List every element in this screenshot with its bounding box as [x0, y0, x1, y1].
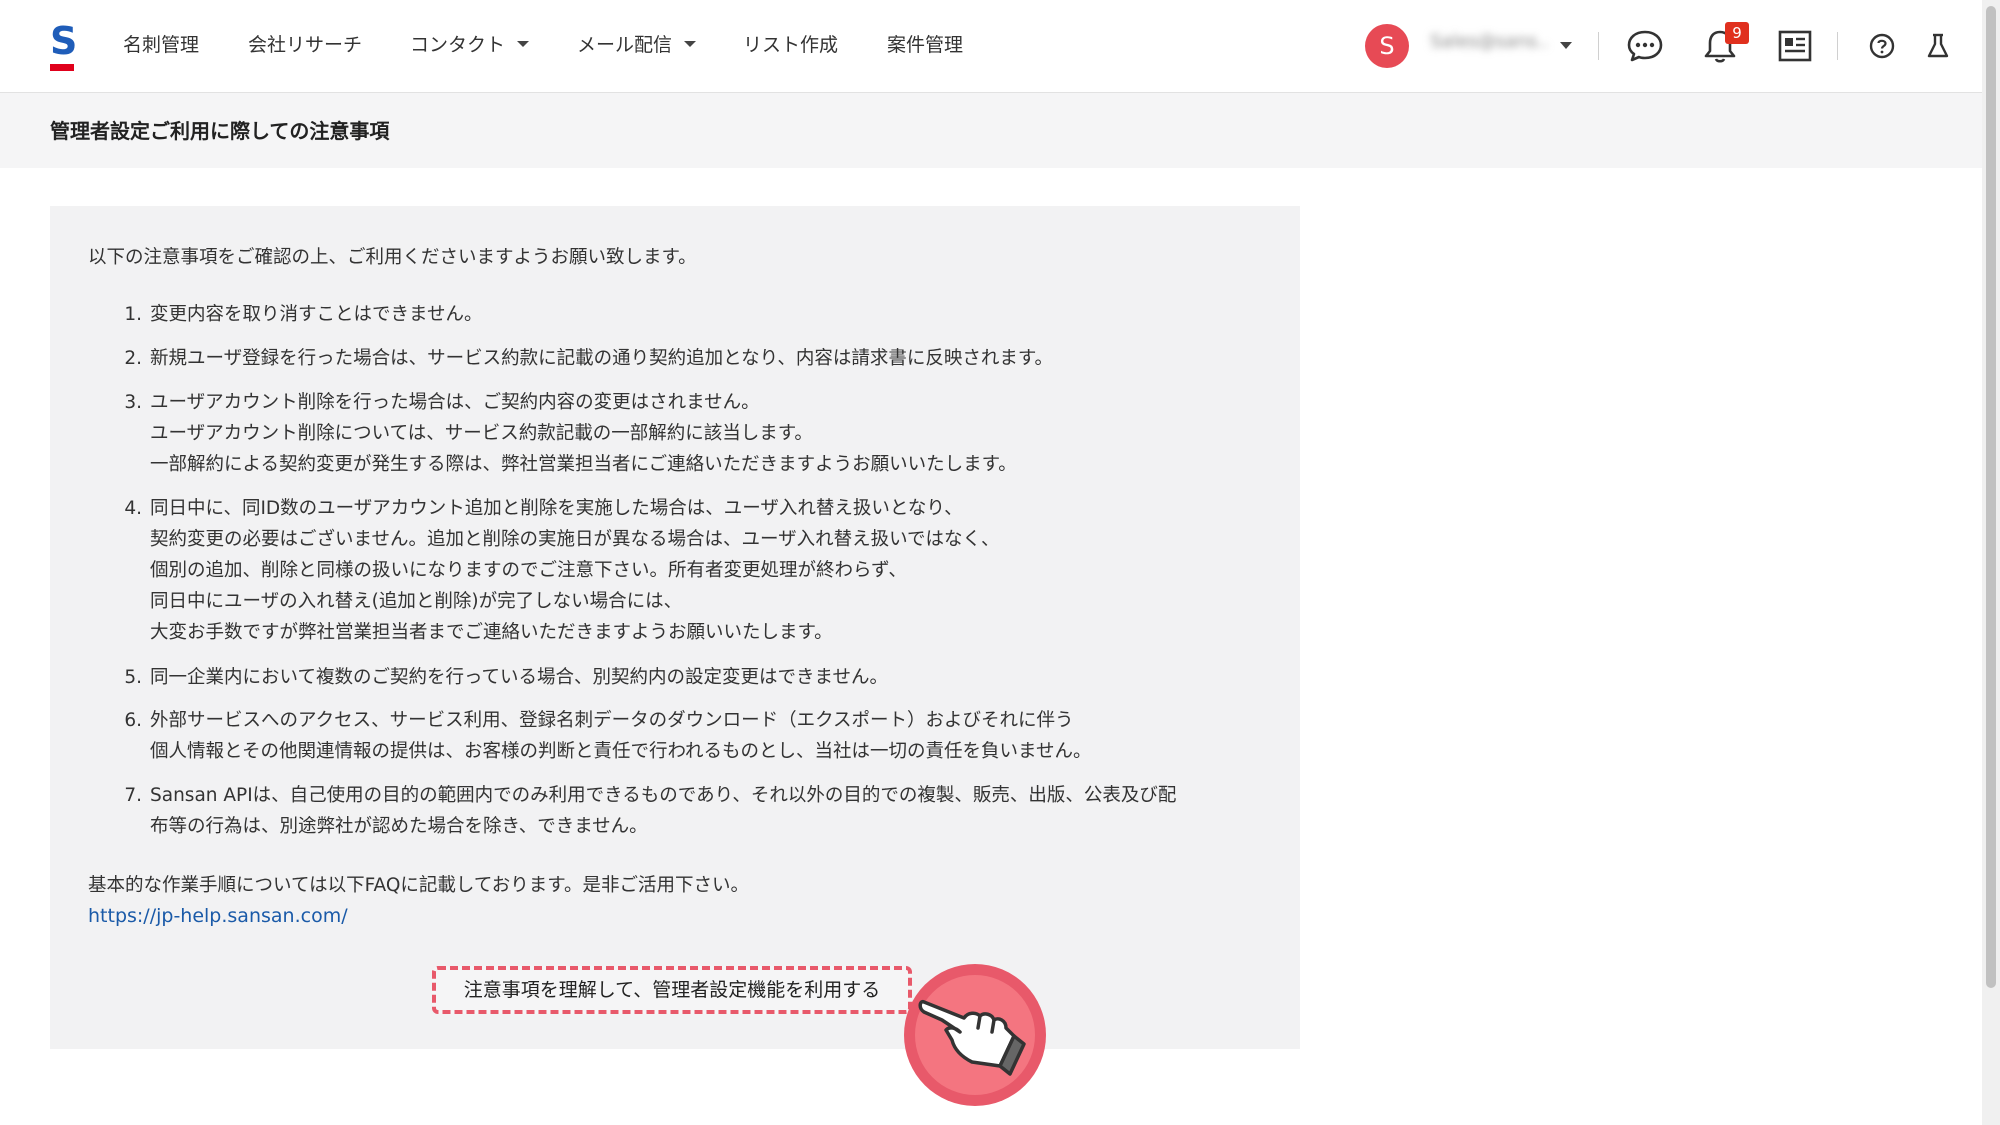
nav-label: リスト作成: [743, 34, 839, 56]
item-number: 6.: [124, 710, 142, 731]
chat-icon[interactable]: [1625, 26, 1665, 66]
vertical-scrollbar-thumb[interactable]: [1986, 6, 1996, 988]
agree-and-continue-button[interactable]: 注意事項を理解して、管理者設定機能を利用する: [432, 966, 912, 1014]
nav-label: 名刺管理: [123, 34, 200, 56]
logo-underline: [50, 64, 74, 71]
item-text: 変更内容を取り消すことはできません。: [150, 304, 483, 325]
item-text: 新規ユーザ登録を行った場合は、サービス約款に記載の通り契約追加となり、内容は請求…: [150, 348, 1053, 369]
logo-letter: S: [50, 19, 78, 63]
user-menu-chevron-down-icon[interactable]: [1560, 42, 1572, 49]
nav-deal-management[interactable]: 案件管理: [887, 30, 963, 60]
nav-label: コンタクト: [410, 34, 506, 56]
item-number: 7.: [124, 785, 142, 806]
nav-label: 案件管理: [887, 34, 964, 56]
sansan-logo[interactable]: S: [50, 21, 77, 71]
item-number: 2.: [124, 348, 142, 369]
item-text: ユーザアカウント削除を行った場合は、ご契約内容の変更はされません。 ユーザアカウ…: [150, 392, 1017, 475]
pointing-hand-cursor-icon: [904, 964, 1046, 1106]
top-navigation-bar: S 名刺管理 会社リサーチ コンタクト メール配信 リスト作成 案件管理 S S…: [0, 0, 1982, 93]
news-icon[interactable]: [1775, 26, 1815, 66]
item-number: 4.: [124, 498, 142, 519]
username-blurred[interactable]: Sales@sans...: [1430, 30, 1550, 54]
notification-count-badge: 9: [1725, 22, 1749, 44]
chevron-down-icon: [684, 40, 697, 47]
item-text: Sansan APIは、自己使用の目的の範囲内でのみ利用できるものであり、それ以…: [150, 785, 1177, 837]
nav-company-research[interactable]: 会社リサーチ: [248, 30, 362, 60]
item-text: 同日中に、同ID数のユーザアカウント追加と削除を実施した場合は、ユーザ入れ替え扱…: [150, 498, 1000, 643]
nav-list-creation[interactable]: リスト作成: [743, 30, 838, 60]
lab-flask-icon[interactable]: [1918, 26, 1958, 66]
faq-description: 基本的な作業手順については以下FAQに記載しております。是非ご活用下さい。: [88, 875, 749, 896]
item-text: 同一企業内において複数のご契約を行っている場合、別契約内の設定変更はできません。: [150, 667, 888, 688]
page-title: 管理者設定ご利用に際しての注意事項: [50, 119, 390, 143]
divider: [1598, 32, 1599, 60]
divider: [1837, 32, 1838, 60]
help-icon[interactable]: [1862, 26, 1902, 66]
chevron-down-icon: [517, 40, 530, 47]
nav-label: 会社リサーチ: [248, 34, 363, 56]
nav-contact[interactable]: コンタクト: [410, 30, 530, 60]
avatar[interactable]: S: [1365, 24, 1409, 68]
nav-mail-delivery[interactable]: メール配信: [577, 30, 697, 60]
notice-intro: 以下の注意事項をご確認の上、ご利用くださいますようお願い致します。: [88, 247, 697, 268]
nav-label: メール配信: [577, 34, 673, 56]
item-number: 3.: [124, 392, 142, 413]
nav-card-management[interactable]: 名刺管理: [123, 30, 199, 60]
faq-link[interactable]: https://jp-help.sansan.com/: [88, 901, 348, 932]
item-number: 5.: [124, 667, 142, 688]
item-text: 外部サービスへのアクセス、サービス利用、登録名刺データのダウンロード（エクスポー…: [150, 710, 1092, 762]
item-number: 1.: [124, 304, 142, 325]
